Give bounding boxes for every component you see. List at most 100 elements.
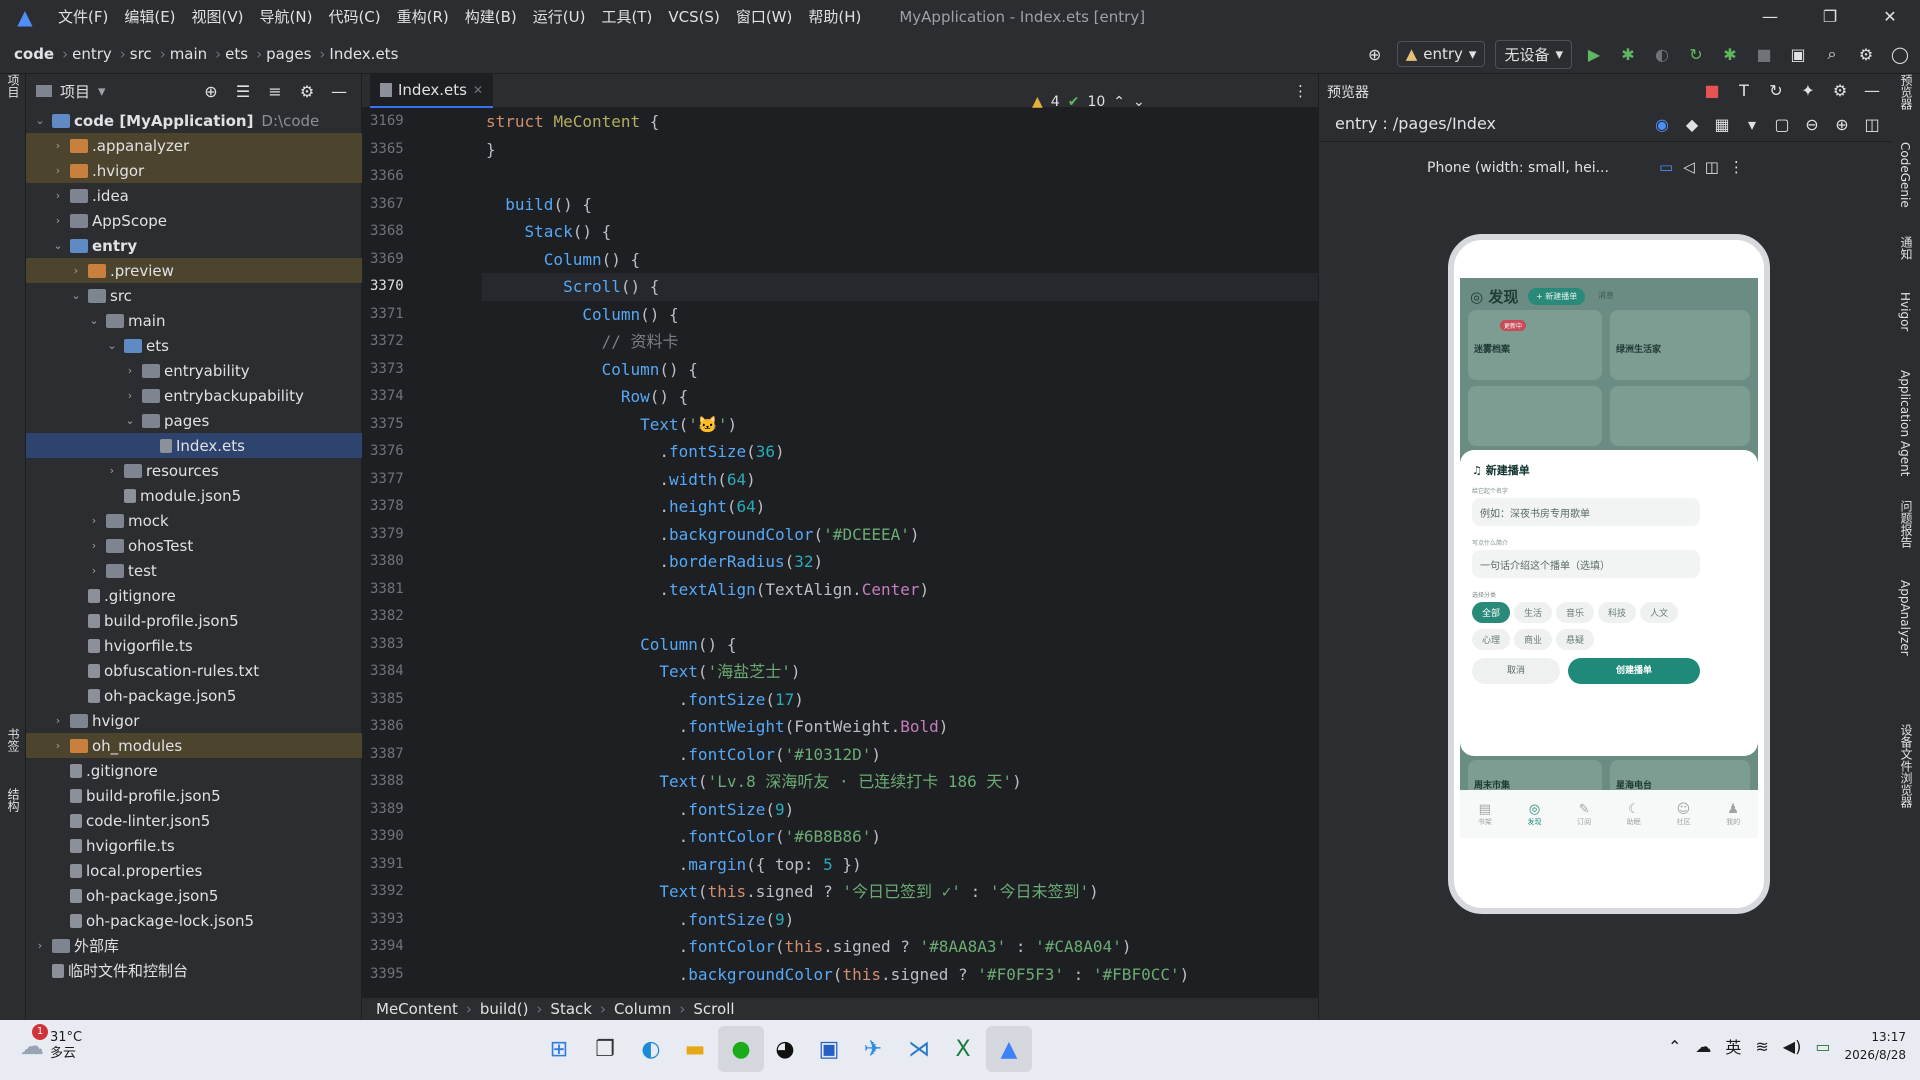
- code-line[interactable]: [482, 163, 1318, 191]
- fit-icon[interactable]: ▢: [1770, 112, 1794, 136]
- chevron-right-icon[interactable]: ›: [50, 139, 66, 152]
- settings-icon[interactable]: ⚙: [1854, 42, 1878, 66]
- tool-window-button[interactable]: AppAnalyzer: [1898, 580, 1912, 656]
- tree-item[interactable]: oh-package.json5: [26, 683, 362, 708]
- back-icon[interactable]: ◁: [1683, 158, 1695, 176]
- inspector-icon[interactable]: ✦: [1796, 78, 1820, 102]
- chevron-down-icon[interactable]: ⌄: [122, 414, 138, 427]
- category-chip[interactable]: 商业: [1514, 629, 1553, 650]
- code-line[interactable]: .height(64): [482, 493, 1318, 521]
- tree-item[interactable]: ⌄ src: [26, 283, 362, 308]
- account-icon[interactable]: ◯: [1888, 42, 1912, 66]
- chevron-right-icon[interactable]: ›: [104, 464, 120, 477]
- code-line[interactable]: Scroll() {: [482, 273, 1318, 301]
- code-line[interactable]: .fontColor(this.signed ? '#8AA8A3' : '#C…: [482, 933, 1318, 961]
- tree-item[interactable]: ⌄ pages: [26, 408, 362, 433]
- tool-window-button[interactable]: 通知: [1898, 236, 1915, 260]
- code-line[interactable]: .fontColor('#10312D'): [482, 741, 1318, 769]
- clock[interactable]: 13:17 2026/8/28: [1844, 1028, 1906, 1064]
- weather-widget[interactable]: ☁ 1 31°C 多云: [20, 1024, 82, 1062]
- file-explorer-icon[interactable]: ▬: [672, 1026, 718, 1072]
- rerun-icon[interactable]: ↻: [1684, 42, 1708, 66]
- code-area[interactable]: struct MeContent {} build() { Stack() { …: [482, 108, 1318, 998]
- code-line[interactable]: .backgroundColor('#DCEEEA'): [482, 521, 1318, 549]
- tree-item[interactable]: Index.ets: [26, 433, 362, 458]
- tree-item[interactable]: oh-package.json5: [26, 883, 362, 908]
- tool-window-button[interactable]: 问题报告: [1898, 500, 1915, 548]
- code-line[interactable]: .fontColor('#6B8B86'): [482, 823, 1318, 851]
- chevron-down-icon[interactable]: ⌄: [50, 239, 66, 252]
- chevron-down-icon[interactable]: ⌄: [104, 339, 120, 352]
- menu-item[interactable]: 代码(C): [320, 0, 388, 34]
- message-link[interactable]: 消息: [1598, 290, 1614, 301]
- new-list-button[interactable]: + 新建播单: [1528, 288, 1586, 305]
- tree-item[interactable]: oh-package-lock.json5: [26, 908, 362, 933]
- stop-icon[interactable]: ■: [1752, 42, 1776, 66]
- breadcrumb-item[interactable]: main: [170, 45, 207, 63]
- tree-item[interactable]: hvigorfile.ts: [26, 633, 362, 658]
- tree-item[interactable]: › entrybackupability: [26, 383, 362, 408]
- grid-icon[interactable]: ▦: [1710, 112, 1734, 136]
- run-icon[interactable]: ▶: [1582, 42, 1606, 66]
- volume-icon[interactable]: ◀): [1783, 1037, 1802, 1056]
- breadcrumb-item[interactable]: entry: [72, 45, 112, 63]
- menu-item[interactable]: 工具(T): [593, 0, 660, 34]
- tree-item[interactable]: code-linter.json5: [26, 808, 362, 833]
- inspector-mode-icon[interactable]: ◉: [1650, 112, 1674, 136]
- menu-item[interactable]: 构建(B): [457, 0, 525, 34]
- chevron-down-icon[interactable]: ▾: [98, 82, 106, 100]
- bookmarks-tool-button[interactable]: 书签: [5, 728, 22, 752]
- tree-item[interactable]: hvigorfile.ts: [26, 833, 362, 858]
- app-tab[interactable]: ☺ 社区: [1676, 802, 1690, 827]
- chevron-down-icon[interactable]: ⌄: [86, 314, 102, 327]
- app-tab[interactable]: ☾ 助眠: [1627, 802, 1641, 827]
- card-mystery[interactable]: 迷雾档案 更新中: [1468, 310, 1602, 380]
- code-line[interactable]: Column() {: [482, 631, 1318, 659]
- breadcrumb-item[interactable]: pages: [266, 45, 311, 63]
- menu-item[interactable]: 文件(F): [50, 0, 116, 34]
- tree-item[interactable]: › .preview: [26, 258, 362, 283]
- chevron-right-icon[interactable]: ›: [122, 364, 138, 377]
- code-line[interactable]: Text('海盐芝士'): [482, 658, 1318, 686]
- code-line[interactable]: }: [482, 136, 1318, 164]
- tree-item[interactable]: › .appanalyzer: [26, 133, 362, 158]
- locate-icon[interactable]: ⊕: [199, 79, 223, 103]
- tree-item[interactable]: build-profile.json5: [26, 783, 362, 808]
- menu-item[interactable]: 运行(U): [525, 0, 594, 34]
- attach-debugger-icon[interactable]: ✱: [1718, 42, 1742, 66]
- tree-item[interactable]: › resources: [26, 458, 362, 483]
- card-hidden-b[interactable]: [1610, 386, 1750, 446]
- target-icon[interactable]: ⊕: [1363, 42, 1387, 66]
- category-chip[interactable]: 心理: [1472, 629, 1511, 650]
- category-chip[interactable]: 生活: [1514, 602, 1553, 623]
- app-tab[interactable]: ✎ 订阅: [1577, 802, 1591, 827]
- inspection-widget[interactable]: ▲ 4 ✔ 10 ⌃ ⌄: [1032, 94, 1145, 110]
- chevron-down-icon[interactable]: ⌄: [68, 289, 84, 302]
- code-line[interactable]: .width(64): [482, 466, 1318, 494]
- chevron-down-icon[interactable]: ⌄: [1133, 94, 1145, 110]
- tree-item[interactable]: › test: [26, 558, 362, 583]
- feishu-icon[interactable]: ✈: [850, 1026, 896, 1072]
- code-line[interactable]: Text('Lv.8 深海听友 · 已连续打卡 186 天'): [482, 768, 1318, 796]
- menu-item[interactable]: 视图(V): [184, 0, 252, 34]
- category-chip[interactable]: 悬疑: [1556, 629, 1595, 650]
- structure-crumb[interactable]: Stack: [550, 1000, 592, 1018]
- tool-window-button[interactable]: 预览器: [1898, 74, 1915, 110]
- breadcrumb-item[interactable]: code: [14, 45, 54, 63]
- desc-input[interactable]: 一句话介绍这个播单（选填）: [1472, 550, 1700, 578]
- cancel-button[interactable]: 取消: [1472, 658, 1560, 684]
- code-line[interactable]: Row() {: [482, 383, 1318, 411]
- menu-item[interactable]: VCS(S): [660, 0, 727, 34]
- code-line[interactable]: Text(this.signed ? '今日已签到 ✓' : '今日未签到'): [482, 878, 1318, 906]
- profile-icon[interactable]: ◐: [1650, 42, 1674, 66]
- tool-window-button[interactable]: Hvigor: [1898, 292, 1912, 331]
- tree-item[interactable]: › entryability: [26, 358, 362, 383]
- tree-item[interactable]: ⌄ main: [26, 308, 362, 333]
- app-tab[interactable]: ▤ 书架: [1478, 802, 1492, 827]
- vscode-icon[interactable]: ⋊: [896, 1026, 942, 1072]
- chevron-up-icon[interactable]: ⌃: [1113, 94, 1125, 110]
- search-icon[interactable]: ⌕: [1820, 42, 1844, 66]
- font-size-icon[interactable]: T: [1732, 78, 1756, 102]
- code-line[interactable]: .fontSize(17): [482, 686, 1318, 714]
- zoom-out-icon[interactable]: ⊖: [1800, 112, 1824, 136]
